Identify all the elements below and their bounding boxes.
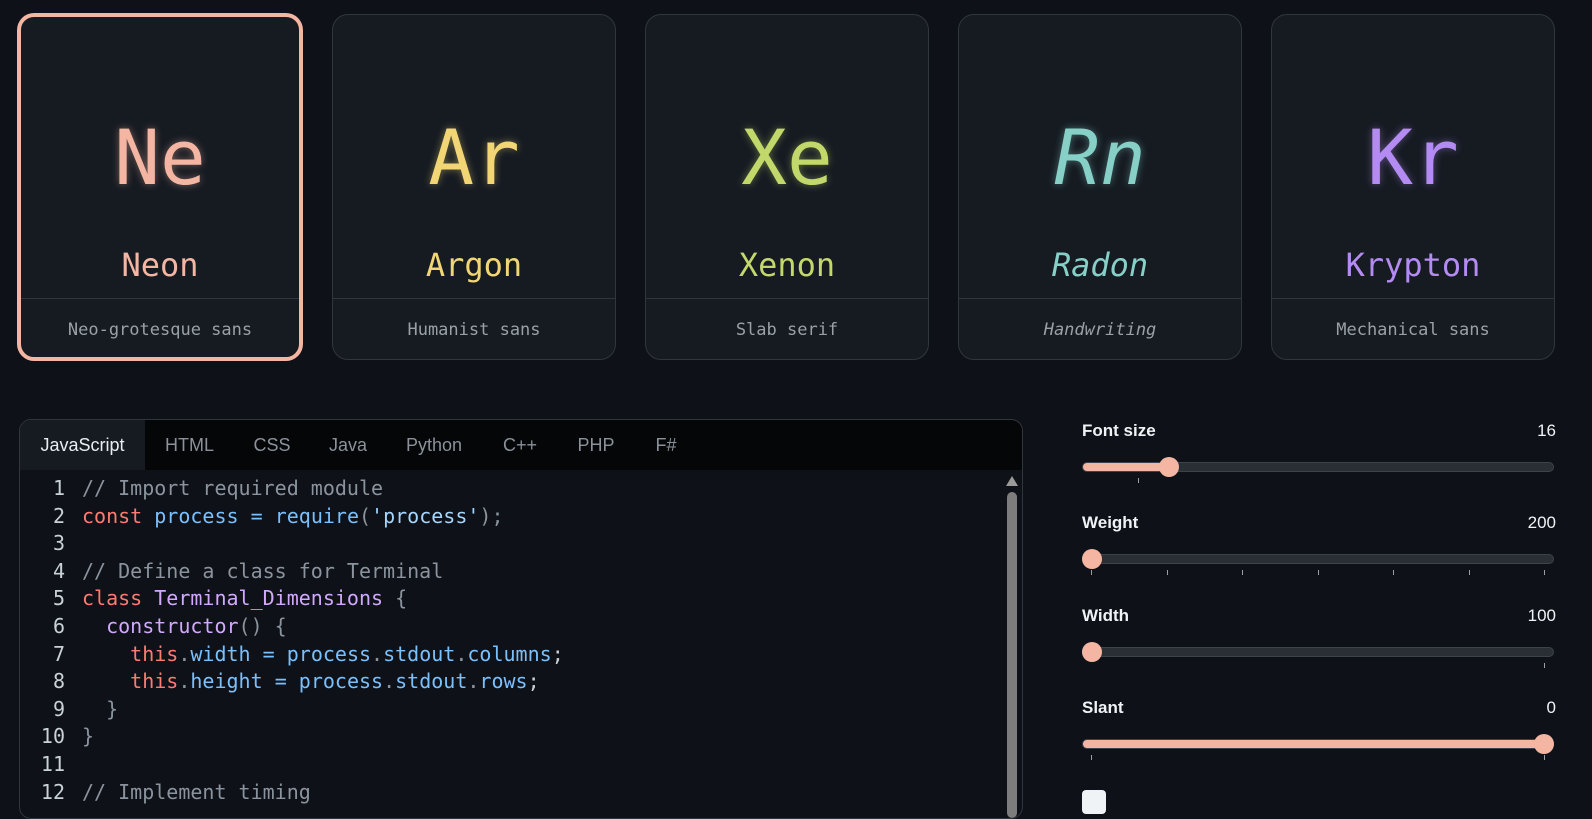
code-text: } [82, 724, 95, 749]
width-control: Width 100 [1082, 603, 1556, 673]
weight-label: Weight [1082, 513, 1139, 532]
slant-value: 0 [1546, 698, 1556, 717]
font-card-krypton[interactable]: Kr Krypton Mechanical sans [1271, 14, 1555, 360]
line-number: 12 [40, 779, 65, 804]
line-number: 3 [52, 531, 65, 556]
card-divider [959, 298, 1241, 299]
code-text: constructor() { [106, 614, 287, 638]
tab-javascript[interactable]: JavaScript [20, 420, 145, 470]
slider-tick [1242, 570, 1243, 575]
card-name: Argon [425, 246, 523, 284]
slider-tick [1138, 478, 1139, 483]
slider-tick [1091, 570, 1092, 575]
line-number: 4 [52, 558, 65, 583]
card-description: Humanist sans [407, 320, 541, 340]
width-label: Width [1082, 606, 1130, 625]
slider-tick [1469, 570, 1470, 575]
slider-tick [1544, 570, 1545, 575]
weight-track[interactable] [1082, 554, 1554, 564]
slider-tick [1167, 570, 1168, 575]
code-text: class Terminal_Dimensions { [82, 586, 408, 611]
card-name: Neon [121, 246, 199, 284]
card-symbol: Xe [741, 113, 833, 202]
tab-html[interactable]: HTML [145, 420, 234, 470]
option-checkbox[interactable] [1082, 790, 1106, 814]
slant-control: Slant 0 [1082, 695, 1556, 765]
tab-fsharp[interactable]: F# [634, 420, 698, 470]
font-size-control: Font size 16 [1082, 418, 1556, 488]
font-card-argon[interactable]: Ar Argon Humanist sans [332, 14, 616, 360]
font-card-neon[interactable]: Ne Neon Neo-grotesque sans [18, 14, 302, 360]
code-text: // Implement timing [82, 779, 311, 804]
line-number: 11 [40, 752, 65, 776]
card-divider [333, 298, 615, 299]
width-thumb[interactable] [1082, 642, 1102, 662]
card-symbol: Ne [114, 113, 206, 202]
card-symbol: Kr [1367, 113, 1459, 202]
line-number: 1 [52, 476, 65, 500]
code-text: // Import required module [82, 476, 384, 500]
code-text: // Define a class for Terminal [82, 558, 444, 583]
tab-cpp[interactable]: C++ [482, 420, 558, 470]
slider-tick [1318, 570, 1319, 575]
slider-tick [1544, 663, 1545, 668]
card-name: Xenon [738, 246, 836, 284]
line-number: 9 [52, 696, 65, 721]
line-number: 6 [52, 614, 65, 638]
card-description: Handwriting [1043, 320, 1157, 340]
slider-tick [1393, 570, 1394, 575]
weight-thumb[interactable] [1082, 549, 1102, 569]
tab-python[interactable]: Python [386, 420, 482, 470]
weight-control: Weight 200 [1082, 510, 1556, 580]
font-size-value: 16 [1537, 421, 1556, 440]
line-number: 2 [52, 503, 65, 528]
line-number: 7 [52, 641, 65, 666]
font-card-radon[interactable]: Rn Radon Handwriting [958, 14, 1242, 360]
scroll-up-arrow-icon[interactable] [1006, 476, 1018, 486]
width-value: 100 [1527, 606, 1556, 625]
scroll-thumb[interactable] [1007, 492, 1017, 818]
code-text: } [106, 696, 119, 721]
slider-fill [1083, 740, 1545, 748]
font-card-list: Ne Neon Neo-grotesque sans Ar Argon Huma… [18, 14, 1578, 360]
slider-fill [1083, 463, 1170, 471]
line-number: 10 [40, 724, 65, 749]
language-tabs: JavaScript HTML CSS Java Python C++ PHP … [20, 420, 1022, 470]
slant-thumb[interactable] [1534, 734, 1554, 754]
card-symbol: Rn [1054, 113, 1146, 202]
tab-css[interactable]: CSS [234, 420, 310, 470]
card-divider [21, 298, 299, 299]
card-name: Radon [1051, 246, 1149, 284]
card-name: Krypton [1345, 246, 1481, 284]
card-description: Mechanical sans [1336, 320, 1490, 340]
tab-java[interactable]: Java [310, 420, 386, 470]
code-text: this.width = process.stdout.columns; [130, 641, 564, 666]
width-track[interactable] [1082, 647, 1554, 657]
font-size-thumb[interactable] [1158, 457, 1179, 477]
card-divider [646, 298, 928, 299]
font-size-track[interactable] [1082, 462, 1554, 472]
code-text: const process = require('process'); [82, 503, 504, 528]
card-divider [1272, 298, 1554, 299]
tab-php[interactable]: PHP [558, 420, 634, 470]
slider-tick [1091, 755, 1092, 760]
card-description: Slab serif [735, 320, 839, 340]
line-number: 8 [52, 669, 65, 694]
code-text: this.height = process.stdout.rows; [130, 669, 540, 694]
font-card-xenon[interactable]: Xe Xenon Slab serif [645, 14, 929, 360]
code-area[interactable]: 1 // Import required module 2 const process… [20, 475, 1002, 818]
slant-track[interactable] [1082, 739, 1554, 749]
card-description: Neo-grotesque sans [67, 320, 253, 340]
weight-value: 200 [1527, 513, 1556, 532]
font-size-label: Font size [1082, 421, 1156, 440]
slant-label: Slant [1082, 698, 1124, 717]
code-editor: JavaScript HTML CSS Java Python C++ PHP … [19, 419, 1023, 819]
vertical-scrollbar[interactable] [1005, 472, 1019, 818]
card-symbol: Ar [428, 113, 520, 202]
line-number: 5 [52, 586, 65, 611]
slider-tick [1544, 755, 1545, 760]
